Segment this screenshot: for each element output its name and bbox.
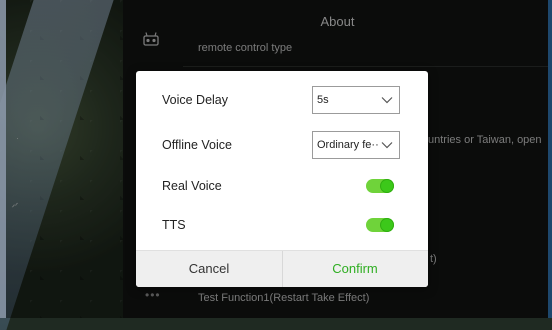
- confirm-button[interactable]: Confirm: [282, 251, 428, 287]
- offline-voice-label: Offline Voice: [162, 138, 232, 152]
- real-voice-row: Real Voice: [136, 167, 428, 205]
- chevron-down-icon: [381, 142, 393, 149]
- dialog-footer: Cancel Confirm: [136, 250, 428, 287]
- tts-label: TTS: [162, 218, 186, 232]
- chevron-down-icon: [381, 97, 393, 104]
- voice-delay-label: Voice Delay: [162, 93, 229, 107]
- offline-voice-value: Ordinary fe··: [317, 139, 379, 151]
- cancel-button[interactable]: Cancel: [136, 251, 283, 287]
- offline-voice-select[interactable]: Ordinary fe··: [312, 131, 400, 159]
- tts-toggle[interactable]: [366, 218, 394, 232]
- voice-settings-dialog: Voice Delay 5s Offline Voice Ordinary fe…: [136, 71, 428, 287]
- real-voice-label: Real Voice: [162, 179, 222, 193]
- voice-delay-select[interactable]: 5s: [312, 86, 400, 114]
- real-voice-toggle[interactable]: [366, 179, 394, 193]
- offline-voice-row: Offline Voice Ordinary fe··: [136, 126, 428, 164]
- voice-delay-row: Voice Delay 5s: [136, 81, 428, 119]
- voice-delay-value: 5s: [317, 94, 329, 106]
- tts-row: TTS: [136, 206, 428, 244]
